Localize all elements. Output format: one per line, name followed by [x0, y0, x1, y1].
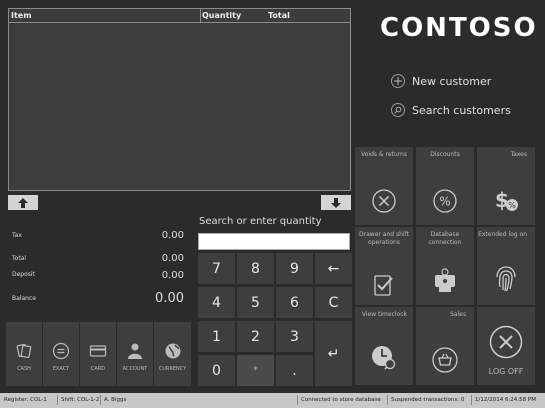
key-4[interactable]: 4	[198, 287, 235, 318]
database-icon	[435, 268, 455, 292]
key-backspace[interactable]: ←	[315, 253, 352, 284]
total-label: Total	[12, 255, 27, 262]
percent-icon: %	[433, 189, 457, 213]
svg-text:%: %	[508, 201, 516, 210]
tax-value: 0.00	[161, 230, 184, 241]
status-shift: Shift: COL-1-2	[61, 397, 100, 403]
pay-exact-label: EXACT	[52, 366, 70, 372]
tile-database-label: Database connection	[428, 231, 462, 246]
pay-exact-button[interactable]: EXACT	[43, 322, 80, 386]
account-icon	[128, 343, 142, 359]
fingerprint-icon	[496, 266, 516, 292]
column-header-quantity[interactable]: Quantity	[202, 11, 241, 20]
column-header-total[interactable]: Total	[268, 11, 290, 20]
tile-drawer-label: Drawer and shift operations	[359, 231, 409, 246]
shopping-basket-icon	[432, 347, 458, 373]
key-enter[interactable]: ↵	[315, 321, 352, 386]
key-3[interactable]: 3	[276, 321, 313, 352]
balance-label: Balance	[12, 295, 36, 302]
scroll-up-button[interactable]	[8, 195, 38, 210]
deposit-label: Deposit	[12, 271, 35, 278]
arrow-up-icon	[18, 197, 28, 208]
pay-card-label: CARD	[90, 366, 106, 372]
status-suspended: Suspended transactions: 0	[391, 397, 465, 403]
status-user: A. Biggs	[104, 397, 127, 403]
tax-dollar-icon: $ %	[495, 188, 518, 212]
payment-methods: CASH EXACT CARD ACCOUNT CURRENCY	[6, 322, 192, 386]
pay-currency-button[interactable]: CURRENCY	[154, 322, 191, 386]
pay-account-button[interactable]: ACCOUNT	[117, 322, 154, 386]
key-0[interactable]: 0	[198, 355, 235, 386]
svg-text:%: %	[439, 195, 450, 209]
status-datetime: 1/12/2014 6:24:58 PM	[475, 397, 536, 403]
key-2[interactable]: 2	[237, 321, 274, 352]
arrow-down-icon	[331, 197, 341, 208]
pay-cash-button[interactable]: CASH	[6, 322, 43, 386]
new-customer-label: New customer	[412, 74, 492, 88]
key-8[interactable]: 8	[237, 253, 274, 284]
contoso-logo: CONTOSO	[380, 13, 538, 43]
currency-icon	[165, 343, 180, 359]
action-tiles: Voids & returns Discounts % Taxes $ % Dr…	[354, 146, 537, 386]
tile-drawer-shift[interactable]: Drawer and shift operations	[354, 226, 414, 306]
exact-icon	[52, 342, 70, 360]
card-icon	[89, 345, 107, 357]
status-register: Register: COL-1	[4, 397, 47, 403]
tile-view-timeclock[interactable]: View timeclock	[354, 306, 414, 386]
key-1[interactable]: 1	[198, 321, 235, 352]
numeric-keypad: 7 8 9 ← 4 5 6 C 1 2 3 ↵ 0 * .	[198, 253, 352, 387]
scroll-down-button[interactable]	[321, 195, 351, 210]
balance-value: 0.00	[155, 291, 184, 306]
clipboard-check-icon	[374, 275, 393, 296]
new-customer-link[interactable]: New customer	[391, 74, 491, 88]
tile-voids-label: Voids & returns	[361, 151, 407, 158]
key-6[interactable]: 6	[276, 287, 313, 318]
tile-timeclock-label: View timeclock	[361, 311, 407, 318]
log-off-icon	[489, 325, 523, 359]
receipt-grid[interactable]: Item Quantity Total	[8, 8, 351, 191]
search-customers-label: Search customers	[412, 103, 511, 117]
key-decimal[interactable]: .	[276, 355, 313, 386]
pay-account-label: ACCOUNT	[122, 366, 148, 372]
pay-cash-label: CASH	[17, 366, 31, 372]
cancel-icon	[372, 189, 396, 213]
grid-header: Item Quantity Total	[9, 9, 350, 23]
tile-extended-logon-label: Extended log on	[478, 231, 527, 238]
clock-search-icon	[372, 346, 396, 370]
search-label: Search or enter quantity	[199, 216, 322, 227]
tile-taxes-label: Taxes	[510, 151, 527, 158]
key-asterisk[interactable]: *	[237, 355, 274, 386]
deposit-value: 0.00	[161, 270, 184, 281]
search-icon	[391, 103, 405, 117]
tile-voids-returns[interactable]: Voids & returns	[354, 146, 414, 226]
tile-log-off[interactable]: LOG OFF	[476, 306, 536, 386]
column-header-item[interactable]: Item	[11, 11, 32, 20]
status-connection: Connected to store database	[301, 397, 381, 403]
pay-card-button[interactable]: CARD	[80, 322, 117, 386]
tax-label: Tax	[12, 232, 22, 239]
plus-icon	[391, 74, 405, 88]
tile-sales-label: Sales	[450, 311, 466, 318]
total-value: 0.00	[161, 253, 184, 264]
search-customers-link[interactable]: Search customers	[391, 103, 511, 117]
tile-discounts-label: Discounts	[430, 151, 460, 158]
tile-sales[interactable]: Sales	[415, 306, 475, 386]
svg-text:$: $	[495, 188, 509, 212]
key-7[interactable]: 7	[198, 253, 235, 284]
cash-icon	[16, 343, 32, 359]
tile-log-off-label: LOG OFF	[488, 367, 524, 376]
key-clear[interactable]: C	[315, 287, 352, 318]
tile-database-connection[interactable]: Database connection	[415, 226, 475, 306]
pay-currency-label: CURRENCY	[158, 366, 187, 372]
tile-extended-logon[interactable]: Extended log on	[476, 226, 536, 306]
key-9[interactable]: 9	[276, 253, 313, 284]
key-5[interactable]: 5	[237, 287, 274, 318]
search-quantity-input[interactable]	[198, 233, 350, 250]
tile-taxes[interactable]: Taxes $ %	[476, 146, 536, 226]
status-bar: Register: COL-1 Shift: COL-1-2 A. Biggs …	[0, 393, 545, 408]
tile-discounts[interactable]: Discounts %	[415, 146, 475, 226]
